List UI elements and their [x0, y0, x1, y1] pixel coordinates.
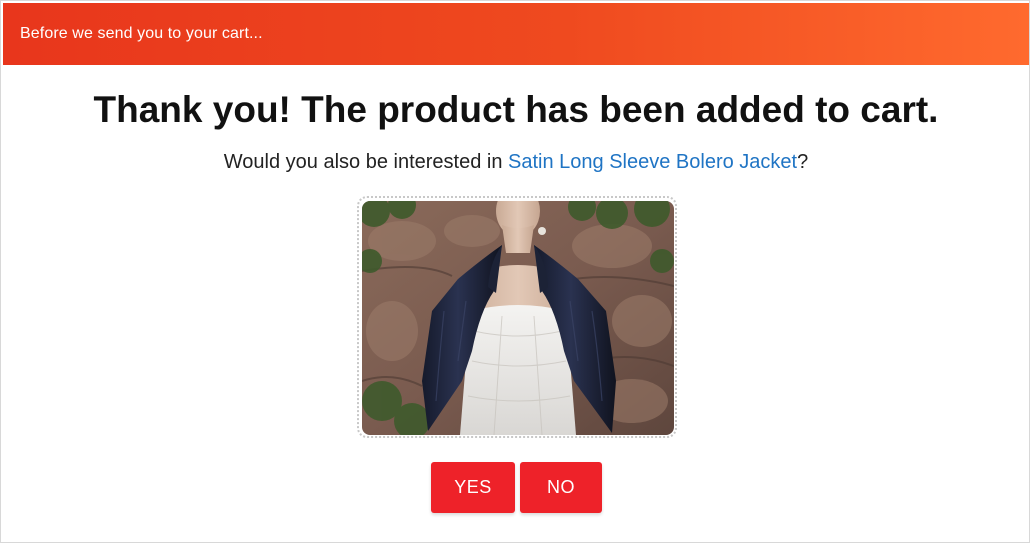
yes-button[interactable]: YES	[431, 462, 515, 513]
modal-header-bar: Before we send you to your cart...	[3, 3, 1029, 65]
header-text: Before we send you to your cart...	[20, 25, 263, 42]
upsell-question-prefix: Would you also be interested in	[223, 151, 509, 173]
product-image-frame	[357, 196, 677, 438]
confirmation-headline: Thank you! The product has been added to…	[93, 89, 939, 130]
upsell-modal: Before we send you to your cart... Thank…	[0, 0, 1030, 543]
upsell-question: Would you also be interested in Satin Lo…	[1, 151, 1030, 174]
no-button[interactable]: NO	[520, 462, 602, 513]
upsell-question-suffix: ?	[797, 151, 809, 173]
product-image[interactable]	[362, 201, 674, 435]
product-link[interactable]: Satin Long Sleeve Bolero Jacket	[508, 151, 797, 173]
